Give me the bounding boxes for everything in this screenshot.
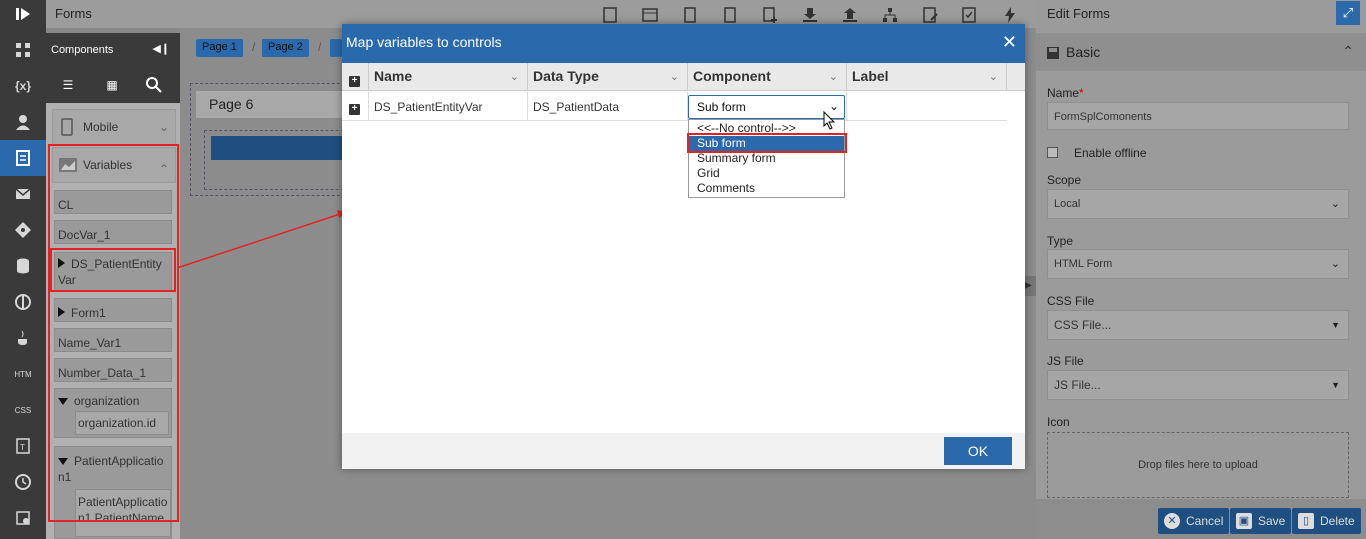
column-data-type[interactable]: Data Type ⌄ (528, 63, 688, 91)
mouse-cursor-icon (823, 111, 836, 130)
cell-name: DS_PatientEntityVar (369, 92, 528, 121)
scope-select[interactable]: Local ⌄ (1047, 189, 1349, 219)
column-label[interactable]: Label ⌄ (847, 63, 1007, 91)
chevron-down-icon: ⌄ (1330, 198, 1340, 210)
save-icon: ▣ (1236, 513, 1252, 529)
dialog-header: Map variables to controls ✕ (342, 24, 1025, 63)
option-comments[interactable]: Comments (689, 181, 844, 196)
caret-down-icon: ▼ (1331, 320, 1340, 330)
highlight-sub-form-box (687, 133, 847, 153)
table-row[interactable]: + DS_PatientEntityVar DS_PatientData (342, 92, 1007, 121)
basic-section-title: Basic (1066, 44, 1101, 60)
type-select[interactable]: HTML Form ⌄ (1047, 249, 1349, 279)
enable-offline-label: Enable offline (1074, 146, 1147, 160)
caret-down-icon: ▼ (1331, 380, 1340, 390)
chevron-down-icon: ⌄ (988, 71, 998, 83)
icon-label: Icon (1047, 415, 1070, 429)
component-select[interactable]: Sub form ⌄ (688, 95, 845, 119)
edit-forms-panel: Edit Forms ⤢ Basic ⌃ Name* FormSplComone… (1036, 0, 1366, 539)
close-icon: ✕ (1164, 513, 1180, 529)
chevron-up-icon: ⌃ (1342, 43, 1354, 59)
expand-icon[interactable]: ⤢ (1336, 1, 1360, 25)
type-label: Type (1047, 234, 1074, 248)
basic-section-header[interactable]: Basic ⌃ (1036, 33, 1366, 71)
chevron-down-icon: ⌄ (1330, 258, 1340, 270)
edit-forms-title: Edit Forms (1047, 6, 1110, 21)
column-component[interactable]: Component ⌄ (688, 63, 847, 91)
enable-offline-checkbox[interactable] (1047, 147, 1058, 158)
save-disk-icon (1046, 46, 1060, 63)
close-icon[interactable]: ✕ (1002, 32, 1017, 53)
chevron-down-icon: ⌄ (828, 71, 838, 83)
ok-button[interactable]: OK (944, 437, 1012, 465)
grid-header: + Name ⌄ Data Type ⌄ Component ⌄ Label ⌄ (342, 63, 1025, 91)
cancel-button[interactable]: ✕ Cancel (1158, 508, 1230, 534)
chevron-down-icon: ⌄ (669, 71, 679, 83)
option-summary-form[interactable]: Summary form (689, 151, 844, 166)
expand-all-icon[interactable]: + (342, 63, 369, 91)
delete-button[interactable]: ▯ Delete (1292, 508, 1361, 534)
css-file-label: CSS File (1047, 294, 1095, 308)
name-label: Name* (1047, 86, 1084, 100)
edit-forms-header: Edit Forms ⤢ (1036, 0, 1366, 28)
save-button[interactable]: ▣ Save (1230, 508, 1292, 534)
js-file-label: JS File (1047, 354, 1084, 368)
column-name[interactable]: Name ⌄ (369, 63, 528, 91)
chevron-down-icon: ⌄ (509, 71, 519, 83)
name-field[interactable]: FormSplComonents (1047, 102, 1349, 130)
cell-label[interactable] (847, 92, 1007, 121)
cell-data-type: DS_PatientData (528, 92, 688, 121)
dialog-footer: OK (342, 433, 1025, 469)
app-window: {x} HTM CSS T Forms Components ◀❙ ☰ ▦ Mo… (0, 0, 1366, 539)
trash-icon: ▯ (1298, 513, 1314, 529)
js-file-select[interactable]: JS File... ▼ (1047, 370, 1349, 400)
edit-forms-footer: ✕ Cancel ▣ Save ▯ Delete (1036, 499, 1366, 539)
option-grid[interactable]: Grid (689, 166, 844, 181)
icon-dropzone[interactable]: Drop files here to upload (1047, 432, 1349, 498)
css-file-select[interactable]: CSS File... ▼ (1047, 310, 1349, 340)
map-variables-dialog: Map variables to controls ✕ + Name ⌄ Data… (342, 24, 1025, 469)
scope-label: Scope (1047, 173, 1082, 187)
dialog-title: Map variables to controls (346, 34, 502, 50)
expand-row-icon[interactable]: + (342, 92, 369, 121)
component-options-list: <<--No control-->> Sub form Summary form… (688, 119, 845, 198)
